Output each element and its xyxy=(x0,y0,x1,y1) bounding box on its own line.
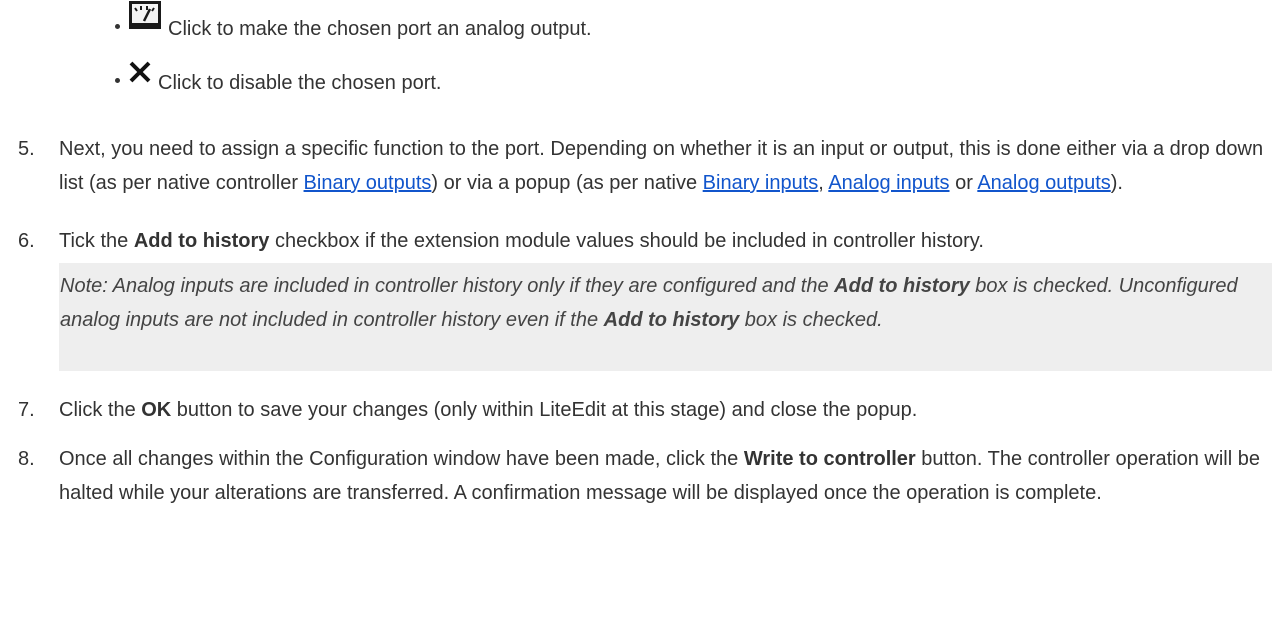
step-text: Once all changes within the Configuratio… xyxy=(59,442,1274,510)
bold-ok: OK xyxy=(141,399,172,421)
bold-add-to-history: Add to history xyxy=(834,275,970,297)
step-text: Click the OK button to save your changes… xyxy=(59,393,1274,427)
bold-add-to-history: Add to history xyxy=(133,230,270,252)
bullet-text: Click to disable the chosen port. xyxy=(158,72,442,94)
step-text-part: , xyxy=(818,172,829,194)
step-text-part: or xyxy=(949,172,978,194)
analog-output-gauge-icon[interactable] xyxy=(128,0,162,41)
disable-x-icon[interactable] xyxy=(128,60,152,95)
step-text-part: checkbox if the extension module values … xyxy=(269,230,984,252)
step-text-part: Click the xyxy=(59,399,142,421)
bullet-dot xyxy=(115,78,120,83)
note-box: Note: Analog inputs are included in cont… xyxy=(59,263,1272,371)
step-text-part: ) or via a popup (as per native xyxy=(431,172,703,194)
step-text: Next, you need to assign a specific func… xyxy=(59,132,1274,200)
note-text-part: box is checked. xyxy=(739,309,883,331)
step-number: 5. xyxy=(18,138,35,160)
note-text-part: Note: Analog inputs are included in cont… xyxy=(60,275,835,297)
step-number: 6. xyxy=(18,230,35,252)
link-binary-inputs[interactable]: Binary inputs xyxy=(703,172,819,194)
bold-add-to-history: Add to history xyxy=(603,309,740,331)
link-analog-outputs[interactable]: Analog outputs xyxy=(977,172,1110,194)
help-page: Click to make the chosen port an analog … xyxy=(0,0,1288,622)
step-number: 8. xyxy=(18,448,35,470)
link-binary-outputs[interactable]: Binary outputs xyxy=(304,172,432,194)
step-text-part: ). xyxy=(1110,172,1123,194)
step-text-part: Tick the xyxy=(59,230,134,252)
bold-write-to-controller: Write to controller xyxy=(743,448,916,470)
step-number: 7. xyxy=(18,399,35,421)
link-analog-inputs[interactable]: Analog inputs xyxy=(828,172,949,194)
bullet-disable: Click to disable the chosen port. xyxy=(115,60,442,95)
step-text: Tick the Add to history checkbox if the … xyxy=(59,224,1274,258)
step-text-part: button to save your changes (only within… xyxy=(171,399,918,421)
bullet-analog-output: Click to make the chosen port an analog … xyxy=(115,0,592,41)
bullet-dot xyxy=(115,24,120,29)
step-text-part: Once all changes within the Configuratio… xyxy=(59,448,744,470)
note-text: Note: Analog inputs are included in cont… xyxy=(59,269,1272,337)
bullet-text: Click to make the chosen port an analog … xyxy=(168,18,592,40)
